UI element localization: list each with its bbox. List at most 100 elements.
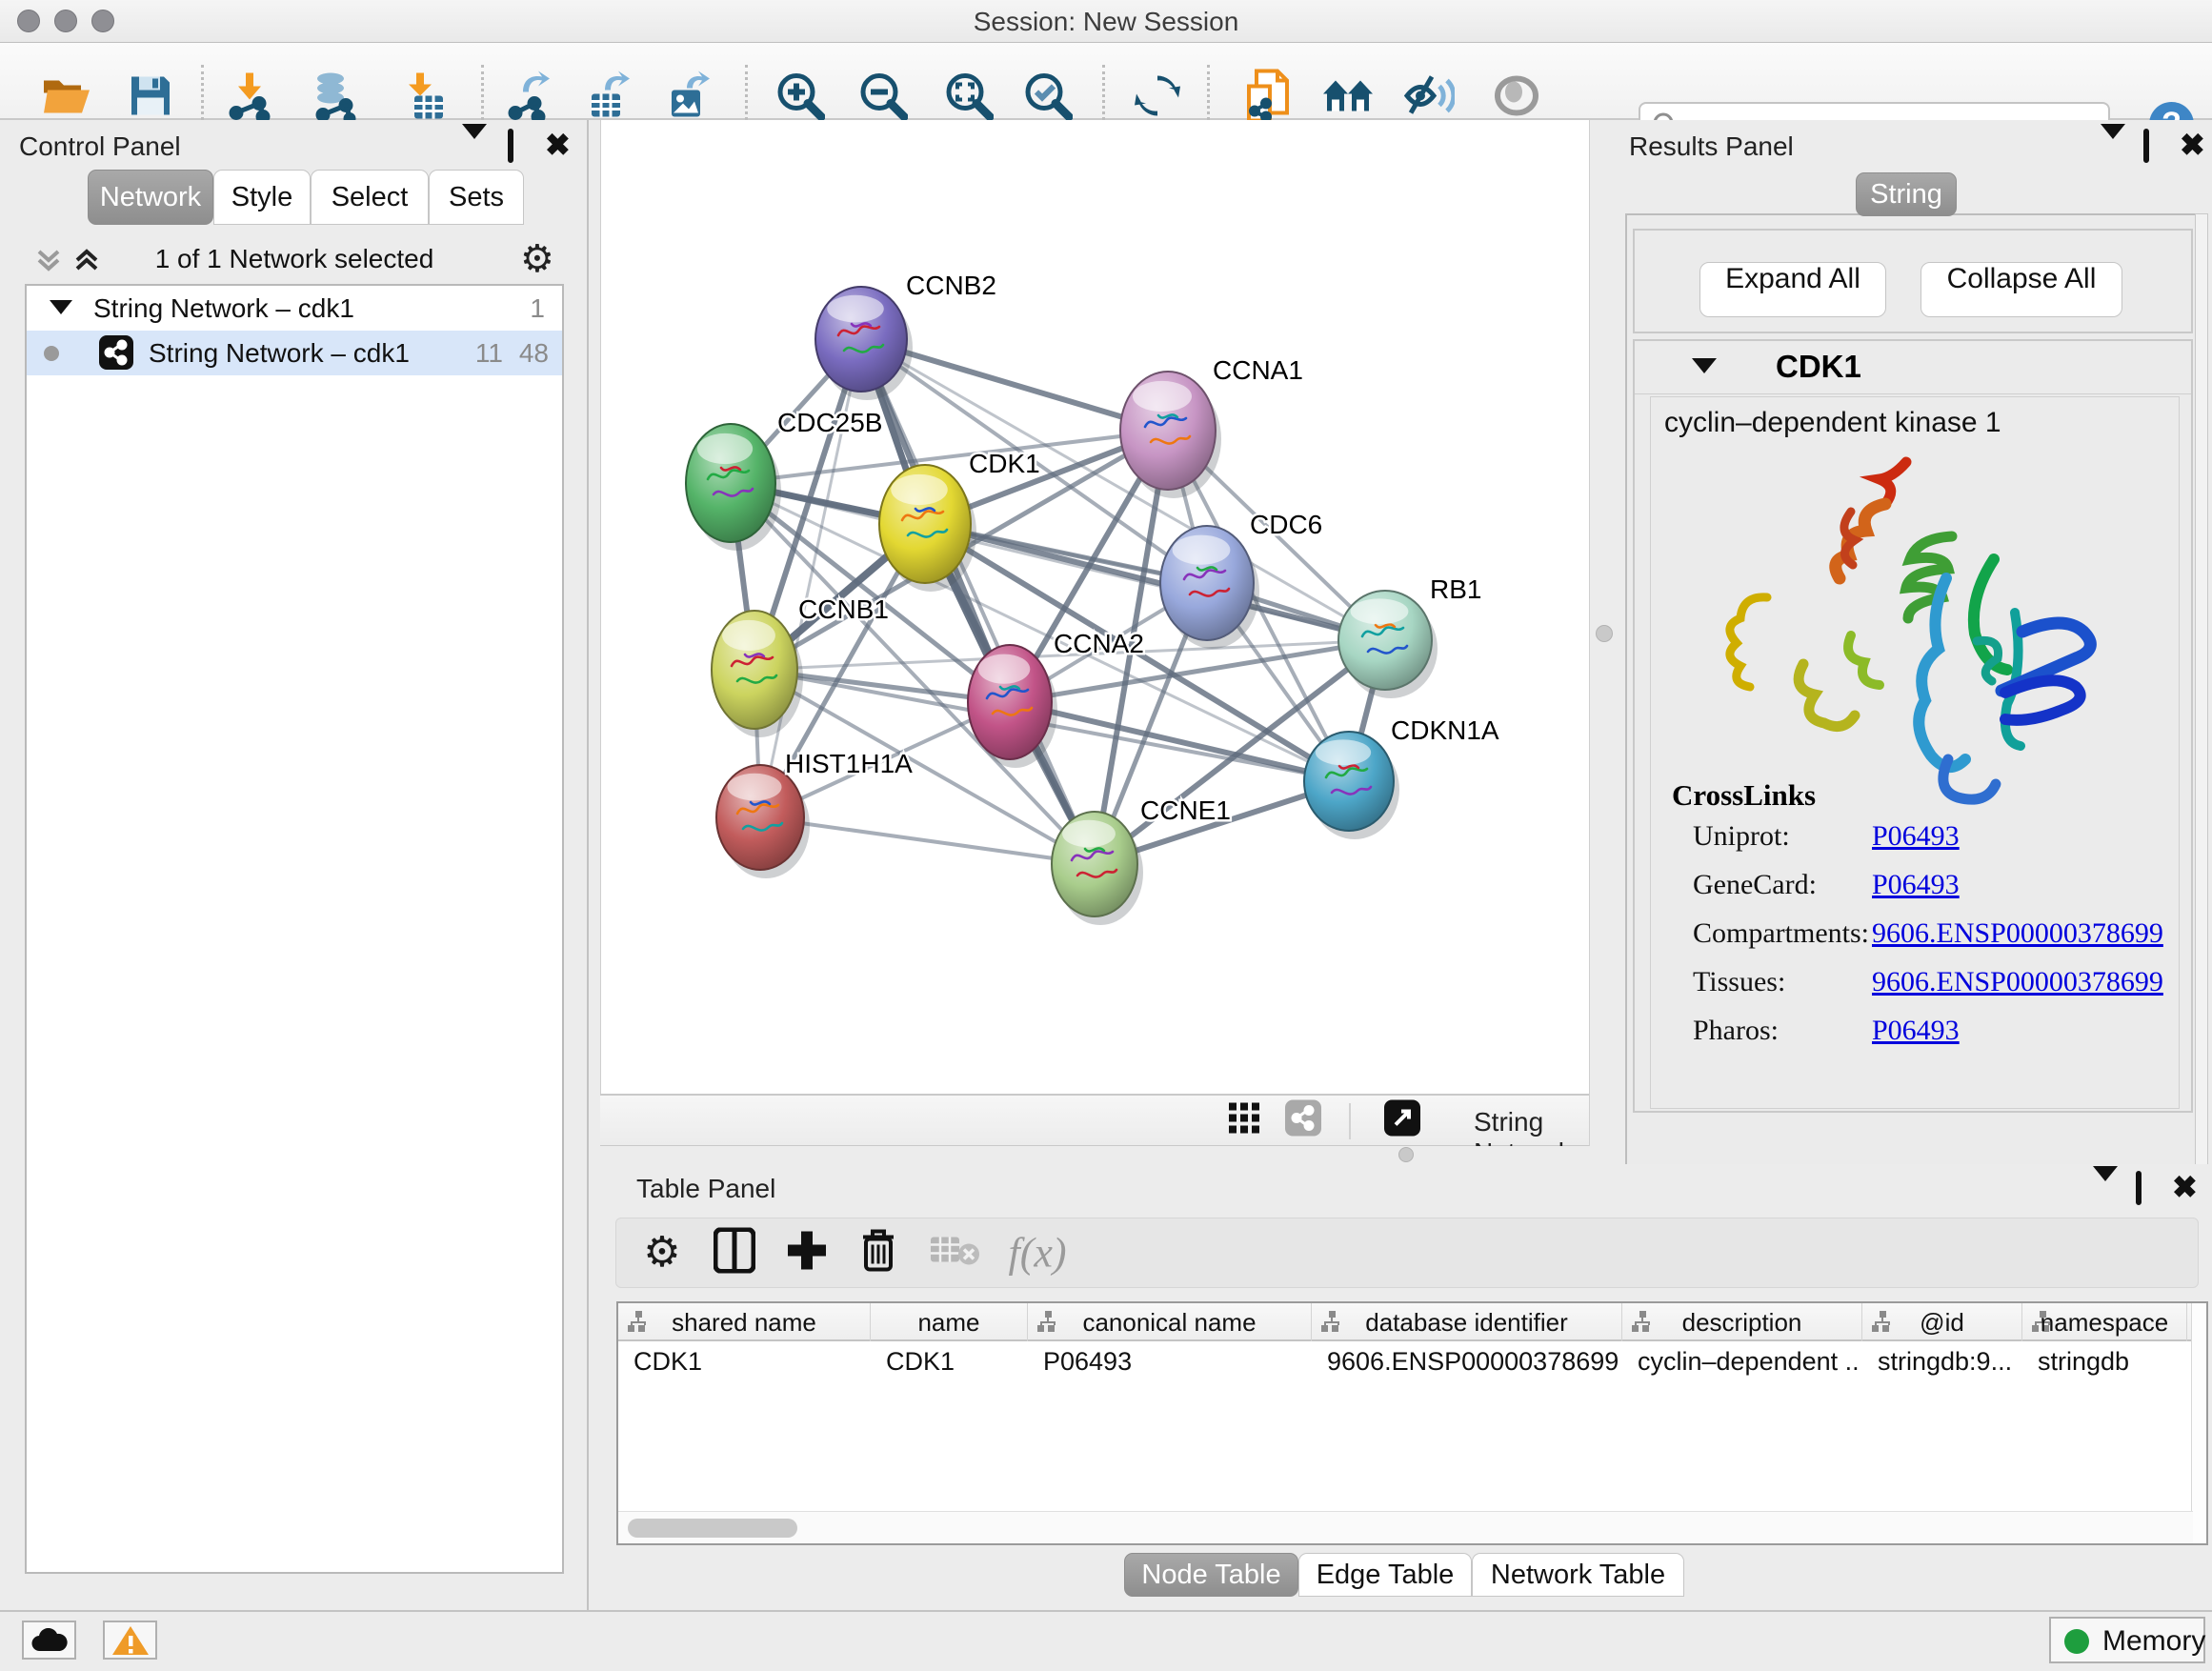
table-cell[interactable]: 9606.ENSP00000378699: [1327, 1347, 1619, 1377]
network-edge-count: 48: [519, 338, 549, 369]
results-scrollbar[interactable]: [2195, 213, 2208, 1214]
tab-select[interactable]: Select: [311, 170, 429, 225]
network-options-gear-icon[interactable]: ⚙: [520, 240, 554, 278]
add-column-icon[interactable]: [786, 1230, 828, 1277]
crosslink-link[interactable]: P06493: [1872, 869, 1960, 901]
zoom-fit-button[interactable]: [944, 71, 994, 126]
zoom-selected-button[interactable]: [1023, 71, 1073, 126]
tab-network[interactable]: Network: [88, 170, 213, 225]
tab-string[interactable]: String: [1856, 172, 1957, 216]
crosslink-link[interactable]: P06493: [1872, 1015, 1960, 1047]
zoom-out-button[interactable]: [858, 71, 908, 126]
cdk1-section-header[interactable]: CDK1: [1635, 341, 2191, 394]
import-network-database-button[interactable]: [310, 71, 359, 126]
string-import-button[interactable]: [1243, 70, 1291, 128]
control-panel-float-menu[interactable]: [462, 139, 487, 169]
column-header-description[interactable]: description: [1622, 1303, 1862, 1341]
export-network-button[interactable]: [506, 71, 553, 126]
warning-status-button[interactable]: [103, 1621, 157, 1660]
hide-glyphs-eye-icon[interactable]: [1403, 73, 1455, 124]
delete-table-icon[interactable]: [930, 1234, 979, 1273]
gene-description: cyclin–dependent kinase 1: [1664, 407, 2001, 439]
column-header-namespace[interactable]: namespace: [2022, 1303, 2187, 1341]
table-cell[interactable]: cyclin–dependent ...: [1638, 1347, 1859, 1377]
network-node-HIST1H1A[interactable]: HIST1H1A: [716, 749, 913, 878]
open-session-button[interactable]: [42, 75, 91, 122]
crosslink-link[interactable]: 9606.ENSP00000378699: [1872, 917, 2163, 950]
column-header-database-identifier[interactable]: database identifier: [1312, 1303, 1622, 1341]
table-options-gear-icon[interactable]: ⚙: [643, 1232, 680, 1274]
show-columns-icon[interactable]: [714, 1228, 755, 1278]
network-type-badge-icon[interactable]: [1285, 1100, 1321, 1141]
results-panel-close-button[interactable]: ✖: [2180, 133, 2205, 156]
network-node-CCNB2[interactable]: CCNB2: [815, 271, 996, 400]
cloud-status-button[interactable]: [22, 1621, 76, 1660]
birds-eye-view-icon[interactable]: [1227, 1101, 1261, 1140]
tab-network-table[interactable]: Network Table: [1472, 1553, 1684, 1597]
table-panel-float-button[interactable]: [2136, 1174, 2142, 1203]
table-horizontal-scrollbar[interactable]: [618, 1511, 2193, 1543]
table-panel-float-menu[interactable]: [2093, 1181, 2118, 1211]
control-panel-float-button[interactable]: [508, 131, 513, 161]
column-header--id[interactable]: @id: [1862, 1303, 2022, 1341]
vertical-splitter[interactable]: [1589, 120, 1619, 1146]
network-edge-HIST1H1A-CCNE1[interactable]: [760, 817, 1095, 864]
apply-layout-button[interactable]: [1134, 72, 1181, 125]
collapse-all-button[interactable]: Collapse All: [1920, 262, 2122, 317]
collection-expand-arrow[interactable]: [50, 300, 72, 314]
control-panel-close-button[interactable]: ✖: [545, 133, 571, 156]
show-eye-icon[interactable]: [1493, 75, 1540, 122]
import-network-file-button[interactable]: [227, 71, 272, 126]
table-cell[interactable]: CDK1: [886, 1347, 1024, 1377]
scrollbar-thumb[interactable]: [628, 1519, 797, 1538]
column-header-label: canonical name: [1028, 1308, 1311, 1338]
network-row[interactable]: String Network – cdk1 11 48: [27, 331, 562, 375]
tab-edge-table[interactable]: Edge Table: [1298, 1553, 1472, 1597]
crosslink-link[interactable]: 9606.ENSP00000378699: [1872, 966, 2163, 998]
column-header-name[interactable]: name: [871, 1303, 1028, 1341]
splitter-grip[interactable]: [1596, 625, 1613, 642]
column-header-shared-name[interactable]: shared name: [618, 1303, 871, 1341]
network-node-RB1[interactable]: RB1: [1338, 574, 1481, 698]
table-panel-close-button[interactable]: ✖: [2172, 1176, 2198, 1198]
section-collapse-arrow[interactable]: [1692, 358, 1717, 373]
crosslink-link[interactable]: P06493: [1872, 820, 1960, 853]
network-node-CCNE1[interactable]: CCNE1: [1052, 795, 1231, 925]
zoom-in-button[interactable]: [775, 71, 825, 126]
control-panel-title: Control Panel: [19, 131, 181, 162]
table-vertical-scrollbar[interactable]: [2191, 1303, 2206, 1543]
table-cell[interactable]: CDK1: [633, 1347, 867, 1377]
node-label-HIST1H1A: HIST1H1A: [785, 749, 913, 778]
column-header-canonical-name[interactable]: canonical name: [1028, 1303, 1312, 1341]
table-cell[interactable]: stringdb: [2038, 1347, 2183, 1377]
expand-all-button[interactable]: Expand All: [1699, 262, 1886, 317]
tab-style[interactable]: Style: [213, 170, 311, 225]
results-panel-float-menu[interactable]: [2101, 139, 2125, 169]
tab-node-table[interactable]: Node Table: [1124, 1553, 1298, 1597]
network-node-CDKN1A[interactable]: CDKN1A: [1304, 715, 1499, 839]
import-table-file-button[interactable]: [403, 71, 445, 126]
export-table-button[interactable]: [586, 71, 633, 126]
crosslink-label: Pharos:: [1693, 1015, 1779, 1047]
network-node-CDC25B[interactable]: CDC25B: [686, 408, 882, 551]
network-canvas[interactable]: CCNB2CCNA1CDC25BCDK1CDC6RB1CCNB1CCNA2CDK…: [600, 120, 1589, 1094]
network-node-CCNA1[interactable]: CCNA1: [1120, 355, 1303, 498]
splitter-grip[interactable]: [1398, 1147, 1414, 1162]
delete-column-icon[interactable]: [859, 1228, 897, 1278]
network-node-CDC6[interactable]: CDC6: [1160, 510, 1322, 649]
export-image-button[interactable]: [666, 71, 712, 126]
network-edge-CDK1-RB1[interactable]: [925, 524, 1385, 640]
tab-sets[interactable]: Sets: [429, 170, 524, 225]
homes-button[interactable]: [1321, 75, 1375, 122]
function-builder-icon[interactable]: f(x): [1008, 1229, 1066, 1278]
network-edge-CCNA2-CDKN1A[interactable]: [1010, 702, 1349, 781]
network-collection-row[interactable]: String Network – cdk1 1: [27, 286, 562, 331]
table-cell[interactable]: P06493: [1043, 1347, 1308, 1377]
results-panel-float-button[interactable]: [2143, 131, 2149, 161]
memory-button[interactable]: Memory: [2049, 1617, 2205, 1663]
network-node-CCNA2[interactable]: CCNA2: [968, 629, 1144, 768]
save-session-button[interactable]: [130, 75, 171, 122]
title-bar: Session: New Session: [0, 0, 2212, 43]
detach-view-icon[interactable]: [1384, 1100, 1420, 1141]
table-cell[interactable]: stringdb:9...: [1878, 1347, 2019, 1377]
